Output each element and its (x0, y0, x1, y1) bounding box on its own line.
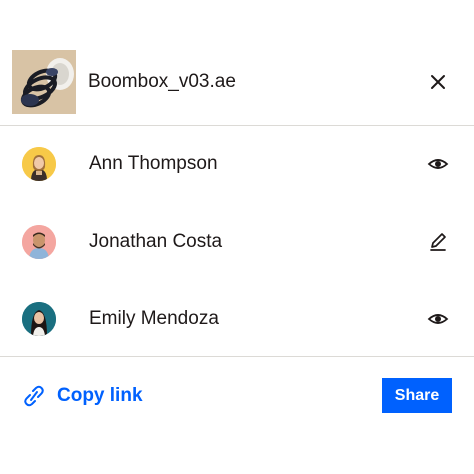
headphones-thumbnail-icon (12, 50, 76, 114)
person-row[interactable]: Ann Thompson (0, 144, 474, 184)
close-icon (431, 75, 445, 89)
file-name: Boombox_v03.ae (88, 71, 236, 92)
share-panel: Boombox_v03.ae Ann Thompson Jonathan Cos… (0, 0, 474, 474)
file-thumbnail (12, 50, 76, 114)
person-row[interactable]: Emily Mendoza (0, 299, 474, 339)
footer-divider (0, 356, 474, 357)
permission-view-button[interactable] (426, 152, 450, 176)
share-header: Boombox_v03.ae (0, 0, 474, 126)
person-avatar-icon (22, 225, 56, 259)
permission-edit-button[interactable] (426, 230, 450, 254)
close-button[interactable] (426, 70, 450, 94)
copy-link-label: Copy link (57, 385, 143, 406)
link-icon (24, 385, 44, 407)
avatar (22, 302, 56, 336)
permission-view-button[interactable] (426, 307, 450, 331)
person-avatar-icon (22, 147, 56, 181)
person-row[interactable]: Jonathan Costa (0, 222, 474, 262)
avatar (22, 147, 56, 181)
copy-link-button[interactable]: Copy link (24, 382, 143, 410)
eye-icon (427, 159, 449, 169)
person-avatar-icon (22, 302, 56, 336)
share-button[interactable]: Share (382, 378, 452, 413)
eye-icon (427, 314, 449, 324)
pencil-icon (430, 233, 446, 251)
avatar (22, 225, 56, 259)
person-name: Emily Mendoza (89, 308, 219, 329)
person-name: Jonathan Costa (89, 231, 223, 252)
person-name: Ann Thompson (89, 153, 218, 174)
